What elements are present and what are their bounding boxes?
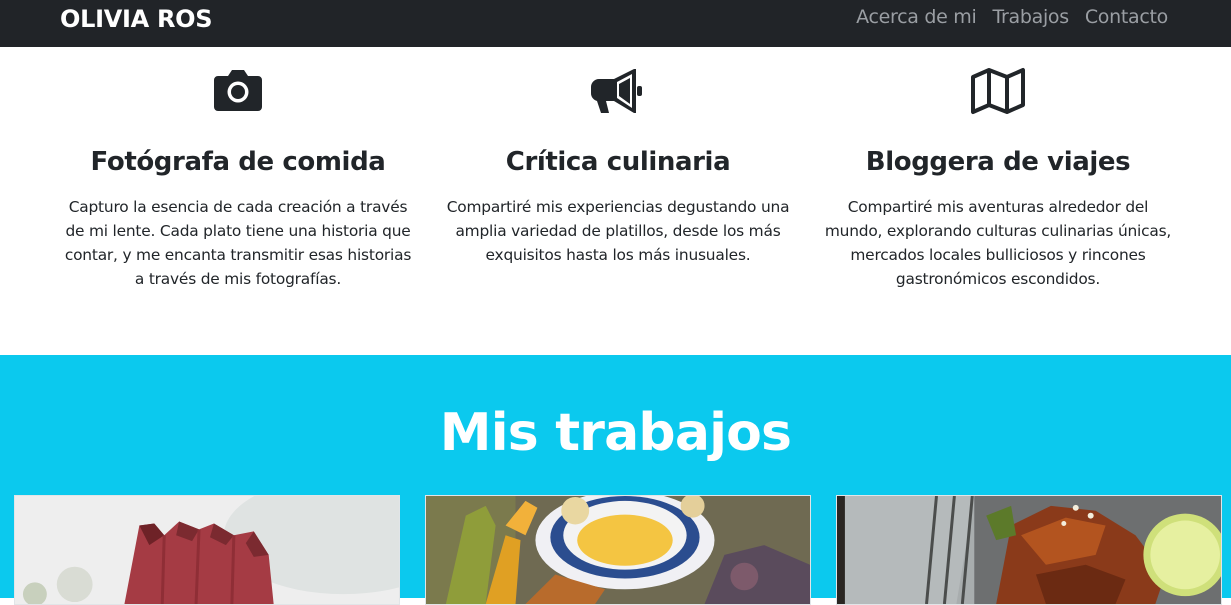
- camera-icon: [210, 67, 266, 115]
- service-description: Compartiré mis experiencias degustando u…: [446, 198, 790, 264]
- nav-link-works[interactable]: Trabajos: [992, 2, 1069, 32]
- nav-link-about[interactable]: Acerca de mi: [856, 2, 977, 32]
- service-description: Compartiré mis aventuras alrededor del m…: [824, 198, 1172, 288]
- nav-links: Acerca de mi Trabajos Contacto: [856, 2, 1168, 32]
- nav-link-contact[interactable]: Contacto: [1085, 2, 1168, 32]
- service-title: Crítica culinaria: [505, 147, 731, 177]
- works-section: Mis trabajos: [0, 355, 1231, 605]
- work-image-tuna: [15, 496, 399, 604]
- work-image-grilled: [837, 496, 1221, 604]
- work-card-grilled[interactable]: [836, 495, 1222, 605]
- service-title: Fotógrafa de comida: [90, 147, 386, 177]
- service-title: Bloggera de viajes: [865, 147, 1131, 177]
- work-card-tuna[interactable]: [14, 495, 400, 605]
- work-card-hummus[interactable]: [425, 495, 811, 605]
- service-description: Capturo la esencia de cada creación a tr…: [64, 198, 412, 288]
- navbar: OLIVIA ROS Acerca de mi Trabajos Contact…: [0, 0, 1231, 47]
- work-image-hummus: [426, 496, 810, 604]
- megaphone-icon: [590, 67, 646, 115]
- brand-logo[interactable]: OLIVIA ROS: [60, 4, 213, 34]
- services-section: Fotógrafa de comida Capturo la esencia d…: [0, 47, 1231, 355]
- map-icon: [970, 67, 1026, 115]
- works-heading: Mis trabajos: [439, 403, 792, 463]
